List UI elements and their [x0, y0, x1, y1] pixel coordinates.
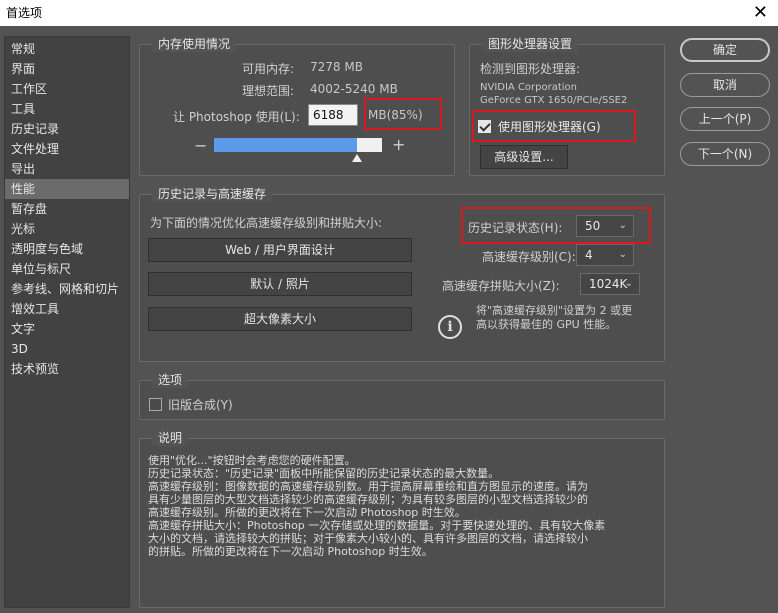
cache-levels-value: 4 [585, 248, 593, 262]
advanced-settings-button[interactable]: 高级设置... [480, 145, 568, 169]
available-memory-value: 7278 MB [310, 60, 363, 74]
gpu-model: GeForce GTX 1650/PCIe/SSE2 [480, 95, 628, 106]
optimize-huge-button[interactable]: 超大像素大小 [148, 307, 412, 331]
description-line: 高速缓存级别。所做的更改将在下一次启动 Photoshop 时生效。 [148, 506, 466, 519]
window-titlebar: 首选项 ✕ [0, 0, 778, 26]
sidebar-item[interactable]: 历史记录 [5, 119, 129, 139]
gpu-settings-title: 图形处理器设置 [482, 36, 579, 52]
sidebar-item[interactable]: 单位与标尺 [5, 259, 129, 279]
memory-use-input[interactable]: 6188 [308, 104, 358, 126]
info-icon: i [438, 315, 462, 339]
memory-slider-thumb[interactable] [352, 154, 362, 162]
highlight-box-history [461, 207, 651, 244]
memory-usage-title: 内存使用情况 [152, 36, 237, 52]
sidebar-item[interactable]: 性能 [5, 179, 129, 199]
description-line: 具有少量图层的大型文档选择较少的高速缓存级别；为具有较多图层的小型文档选择较少的 [148, 493, 588, 506]
description-line: 高速缓存拼贴大小：Photoshop 一次存储或处理的数据量。对于要快速处理的、… [148, 519, 606, 532]
sidebar-item[interactable]: 界面 [5, 59, 129, 79]
sidebar-item[interactable]: 暂存盘 [5, 199, 129, 219]
legacy-compositing-checkbox[interactable] [149, 398, 162, 411]
sidebar-item[interactable]: 透明度与色域 [5, 239, 129, 259]
sidebar-item[interactable]: 工具 [5, 99, 129, 119]
description-title: 说明 [152, 430, 189, 446]
prev-button[interactable]: 上一个(P) [680, 107, 770, 131]
sidebar-item[interactable]: 导出 [5, 159, 129, 179]
sidebar-item[interactable]: 工作区 [5, 79, 129, 99]
sidebar-item[interactable]: 3D [5, 339, 129, 359]
decrease-memory-button[interactable]: − [194, 136, 207, 155]
cache-info-line-2: 高以获得最佳的 GPU 性能。 [476, 318, 617, 331]
window-title: 首选项 [6, 6, 43, 20]
description-line: 使用"优化..."按钮时会考虑您的硬件配置。 [148, 454, 356, 467]
preferences-sidebar: 常规 界面 工作区 工具 历史记录 文件处理 导出 性能 暂存盘 光标 透明度与色域 单位与标尺 参考线… [4, 36, 130, 608]
chevron-down-icon: ⌄ [624, 278, 633, 289]
cancel-button[interactable]: 取消 [680, 73, 770, 97]
highlight-box-memory [364, 98, 442, 130]
optimize-web-button[interactable]: Web / 用户界面设计 [148, 238, 412, 262]
chevron-down-icon: ⌄ [618, 249, 627, 260]
highlight-box-gpu [472, 110, 636, 142]
increase-memory-button[interactable]: + [392, 135, 405, 154]
ok-button[interactable]: 确定 [680, 38, 770, 62]
photoshop-use-label: 让 Photoshop 使用(L): [173, 110, 300, 124]
description-line: 的拼贴。所做的更改将在下一次启动 Photoshop 时生效。 [148, 545, 433, 558]
ideal-range-value: 4002-5240 MB [310, 82, 398, 96]
sidebar-item[interactable]: 增效工具 [5, 299, 129, 319]
options-title: 选项 [152, 372, 189, 388]
memory-slider-track[interactable] [214, 138, 382, 152]
cache-levels-select[interactable]: 4 ⌄ [576, 244, 634, 266]
tile-size-select[interactable]: 1024K ⌄ [580, 273, 640, 295]
available-memory-label: 可用内存: [242, 62, 295, 76]
sidebar-item[interactable]: 技术预览 [5, 359, 129, 379]
cache-levels-label: 高速缓存级别(C): [482, 250, 576, 264]
optimize-default-button[interactable]: 默认 / 照片 [148, 272, 412, 296]
legacy-compositing-label[interactable]: 旧版合成(Y) [168, 396, 233, 413]
sidebar-item[interactable]: 文件处理 [5, 139, 129, 159]
history-cache-title: 历史记录与高速缓存 [152, 186, 273, 202]
close-icon[interactable]: ✕ [753, 0, 768, 26]
ideal-range-label: 理想范围: [242, 84, 295, 98]
tile-size-label: 高速缓存拼贴大小(Z): [442, 279, 560, 293]
tile-size-value: 1024K [589, 277, 628, 291]
description-text: 使用"优化..."按钮时会考虑您的硬件配置。 历史记录状态："历史记录"面板中所能… [148, 454, 648, 558]
sidebar-item[interactable]: 参考线、网格和切片 [5, 279, 129, 299]
description-line: 历史记录状态："历史记录"面板中所能保留的历史记录状态的最大数量。 [148, 467, 500, 480]
memory-slider-fill [214, 138, 357, 152]
description-line: 大小的文档，请选择较大的拼贴；对于像素大小较小的、具有许多图层的文档，请选择较小 [148, 532, 588, 545]
sidebar-item[interactable]: 光标 [5, 219, 129, 239]
next-button[interactable]: 下一个(N) [680, 142, 770, 166]
optimize-cache-label: 为下面的情况优化高速缓存级别和拼贴大小: [150, 216, 383, 230]
sidebar-item[interactable]: 常规 [5, 39, 129, 59]
sidebar-item[interactable]: 文字 [5, 319, 129, 339]
gpu-vendor: NVIDIA Corporation [480, 82, 578, 93]
gpu-detected-label: 检测到图形处理器: [480, 62, 581, 76]
description-line: 高速缓存级别：图像数据的高速缓存级别数。用于提高屏幕重绘和直方图显示的速度。请为 [148, 480, 588, 493]
